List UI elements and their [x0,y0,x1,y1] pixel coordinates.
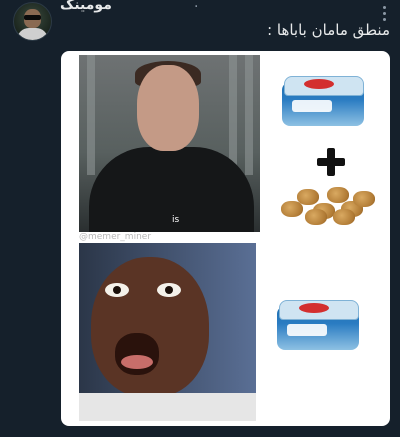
bottom-photo-face [91,257,209,397]
plus-icon [317,148,345,176]
separator-dot: · [194,0,199,15]
cheese-tub-icon [277,300,359,350]
cheese-tub-icon [282,76,364,126]
tweet-text: منطق مامان باباها : [267,21,390,39]
avatar[interactable] [13,2,52,41]
bottom-photo-mouth [115,333,159,375]
meme-caption: is [172,215,180,225]
avatar-shirt [17,28,48,40]
bottom-photo-shirt [79,393,256,421]
username[interactable]: مومینگ [60,0,112,13]
walnuts-icon [279,179,375,227]
top-photo: is [79,55,260,232]
bottom-photo [79,243,256,421]
meme-image[interactable]: is @memer_miner [61,51,390,426]
bottom-photo-eye-right [157,283,181,297]
top-photo-face [137,65,199,151]
bottom-photo-eye-left [105,283,129,297]
meme-watermark: @memer_miner [79,232,152,242]
avatar-sunglasses [24,15,41,20]
